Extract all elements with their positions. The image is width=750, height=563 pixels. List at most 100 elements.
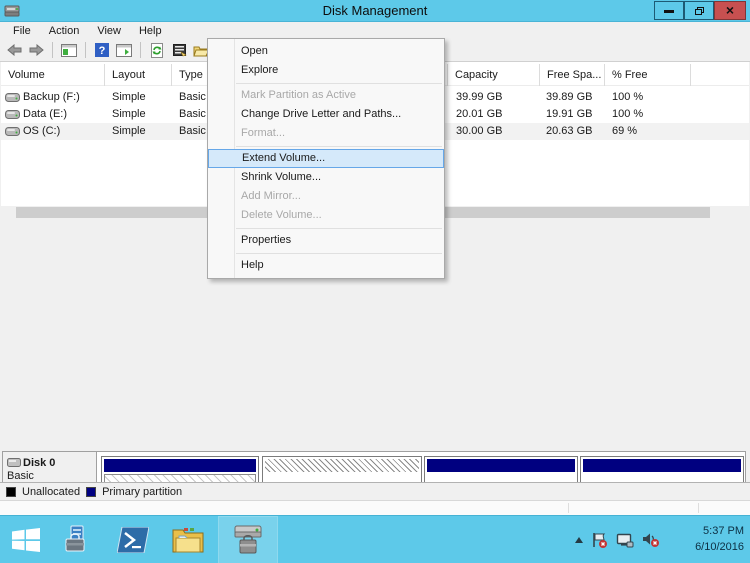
clock-date: 6/10/2016 xyxy=(695,541,744,553)
unallocated-bar xyxy=(265,459,419,472)
cell-free-space: 39.89 GB xyxy=(546,91,593,103)
menu-separator xyxy=(236,146,442,147)
menu-item-label: Format... xyxy=(241,127,286,139)
desktop-screen: Disk Management × File Action View Help … xyxy=(0,0,750,563)
minimize-icon xyxy=(664,10,674,13)
menu-separator xyxy=(236,228,442,229)
restore-icon xyxy=(694,7,704,15)
unallocated-swatch xyxy=(6,486,16,497)
menu-action[interactable]: Action xyxy=(40,24,89,38)
system-tray xyxy=(575,516,660,563)
primary-partition-bar xyxy=(427,459,575,472)
toolbar-separator xyxy=(52,42,53,58)
column-extra[interactable] xyxy=(691,64,748,86)
help-icon[interactable]: ? xyxy=(93,42,111,58)
menu-item-format: Format... xyxy=(208,124,444,143)
column-free-space[interactable]: Free Spa... xyxy=(540,64,605,86)
minimize-button[interactable] xyxy=(654,1,684,20)
menu-file[interactable]: File xyxy=(4,24,40,38)
status-divider xyxy=(698,503,699,513)
window-title: Disk Management xyxy=(322,3,428,18)
column-capacity[interactable]: Capacity xyxy=(448,64,540,86)
tray-expand-icon[interactable] xyxy=(575,537,583,543)
toolbar-separator xyxy=(140,42,141,58)
column-pct-free[interactable]: % Free xyxy=(605,64,691,86)
cell-layout: Simple xyxy=(112,91,146,103)
status-bar xyxy=(0,500,750,515)
primary-partition-swatch xyxy=(86,486,97,497)
powershell-button[interactable] xyxy=(110,516,156,563)
powershell-icon xyxy=(117,527,149,553)
disk0-name: Disk 0 xyxy=(23,457,56,469)
column-layout[interactable]: Layout xyxy=(105,64,172,86)
menu-bar: File Action View Help xyxy=(0,22,750,39)
menu-item-label: Shrink Volume... xyxy=(241,171,322,183)
volume-context-menu: Open Explore Mark Partition as Active Ch… xyxy=(207,38,445,279)
disk-management-taskbar-button[interactable] xyxy=(218,516,278,563)
close-button[interactable]: × xyxy=(714,1,746,20)
console-pane-icon[interactable] xyxy=(115,42,133,58)
forward-icon[interactable] xyxy=(27,42,45,58)
server-manager-button[interactable] xyxy=(55,516,101,563)
menu-item-extend-volume[interactable]: Extend Volume... xyxy=(208,149,444,168)
title-bar: Disk Management × xyxy=(0,0,750,22)
back-icon[interactable] xyxy=(5,42,23,58)
menu-help[interactable]: Help xyxy=(130,24,171,38)
menu-item-label: Extend Volume... xyxy=(242,152,326,164)
disk-management-icon xyxy=(231,524,265,556)
drive-icon xyxy=(5,110,20,119)
menu-item-label: Mark Partition as Active xyxy=(241,89,356,101)
legend-bar: Unallocated Primary partition xyxy=(0,482,750,500)
properties-icon[interactable] xyxy=(170,42,188,58)
menu-item-label: Add Mirror... xyxy=(241,190,301,202)
cell-pct-free: 100 % xyxy=(612,91,644,103)
menu-item-change-drive-letter[interactable]: Change Drive Letter and Paths... xyxy=(208,105,444,124)
drive-icon xyxy=(5,127,20,136)
menu-item-explore[interactable]: Explore xyxy=(208,61,444,80)
column-volume[interactable]: Volume xyxy=(1,64,105,86)
console-window-icon[interactable] xyxy=(60,42,78,58)
menu-item-label: Properties xyxy=(241,234,292,246)
menu-item-shrink-volume[interactable]: Shrink Volume... xyxy=(208,168,444,187)
cell-layout: Simple xyxy=(112,108,146,120)
disk-icon xyxy=(7,458,21,467)
primary-partition-bar xyxy=(104,459,256,472)
flag-alert-icon[interactable] xyxy=(591,532,608,549)
file-explorer-icon xyxy=(171,526,205,554)
volume-muted-icon[interactable] xyxy=(642,532,660,548)
taskbar-clock[interactable]: 5:37 PM 6/10/2016 xyxy=(695,523,744,555)
legend-primary-label: Primary partition xyxy=(102,485,183,498)
toolbar-separator xyxy=(85,42,86,58)
restore-button[interactable] xyxy=(684,1,714,20)
refresh-icon[interactable] xyxy=(148,42,166,58)
server-manager-icon xyxy=(63,525,93,555)
start-icon xyxy=(12,528,40,552)
menu-separator xyxy=(236,83,442,84)
menu-item-label: Delete Volume... xyxy=(241,209,322,221)
menu-view[interactable]: View xyxy=(88,24,130,38)
status-divider xyxy=(568,503,569,513)
cell-capacity: 30.00 GB xyxy=(456,125,503,137)
menu-item-mark-partition-active: Mark Partition as Active xyxy=(208,86,444,105)
cell-free-space: 20.63 GB xyxy=(546,125,593,137)
menu-item-delete-volume: Delete Volume... xyxy=(208,206,444,225)
cell-volume: Backup (F:) xyxy=(23,91,80,103)
menu-item-label: Help xyxy=(241,259,264,271)
taskbar: 5:37 PM 6/10/2016 xyxy=(0,515,750,563)
cell-free-space: 19.91 GB xyxy=(546,108,593,120)
menu-item-add-mirror: Add Mirror... xyxy=(208,187,444,206)
legend-unallocated-label: Unallocated xyxy=(22,485,81,498)
menu-item-open[interactable]: Open xyxy=(208,42,444,61)
menu-item-help[interactable]: Help xyxy=(208,256,444,275)
cell-capacity: 20.01 GB xyxy=(456,108,503,120)
cell-pct-free: 100 % xyxy=(612,108,644,120)
network-icon[interactable] xyxy=(616,533,634,548)
menu-item-properties[interactable]: Properties xyxy=(208,231,444,250)
cell-volume: Data (E:) xyxy=(23,108,68,120)
cell-pct-free: 69 % xyxy=(612,125,638,137)
file-explorer-button[interactable] xyxy=(165,516,211,563)
menu-item-label: Explore xyxy=(241,64,279,76)
cell-capacity: 39.99 GB xyxy=(456,91,503,103)
menu-item-label: Open xyxy=(241,45,268,57)
start-button[interactable] xyxy=(0,516,52,563)
